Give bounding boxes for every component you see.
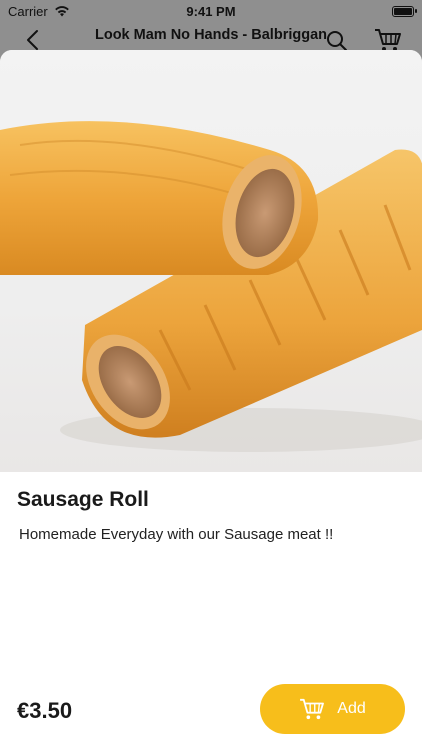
carrier-label: Carrier — [8, 3, 48, 19]
product-price: €3.50 — [17, 698, 73, 723]
page-title: Look Mam No Hands - Balbriggan — [94, 27, 327, 43]
status-bar: Carrier 9:41 PM — [0, 0, 422, 22]
status-left: Carrier — [8, 4, 70, 19]
product-image — [0, 50, 422, 472]
cart-icon — [300, 698, 325, 720]
add-button-label: Add — [337, 700, 366, 717]
product-name: Sausage Roll — [17, 488, 149, 511]
product-sheet: Sausage Roll Homemade Everyday with our … — [0, 50, 422, 750]
sausage-roll-image — [0, 121, 422, 452]
cart-icon[interactable] — [374, 28, 402, 52]
search-icon[interactable] — [326, 30, 348, 52]
back-chevron-icon[interactable] — [22, 28, 46, 52]
battery-icon — [392, 5, 417, 17]
wifi-icon — [54, 6, 69, 17]
status-time: 9:41 PM — [186, 3, 236, 19]
add-to-cart-button[interactable]: Add — [260, 684, 405, 734]
product-description: Homemade Everyday with our Sausage meat … — [19, 526, 334, 543]
